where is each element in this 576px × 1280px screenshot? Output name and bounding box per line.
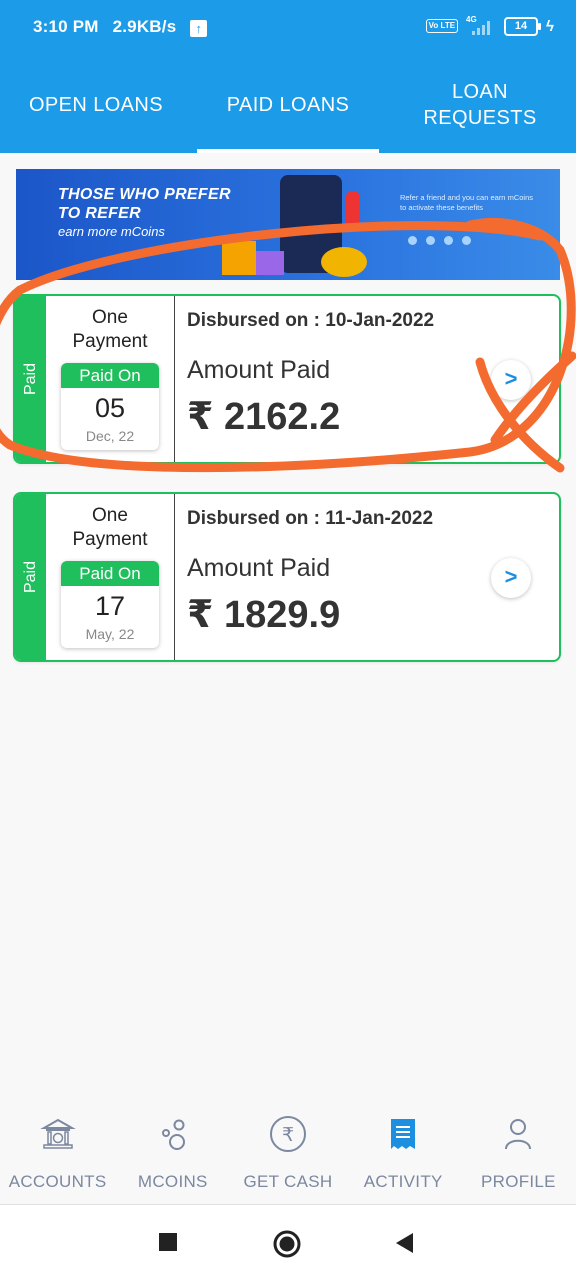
amount-paid-value: ₹ 1829.9 — [187, 594, 341, 636]
paid-on-label: Paid On — [61, 363, 159, 388]
nav-label: ACCOUNTS — [8, 1172, 107, 1191]
payment-plan-label: One Payment — [72, 505, 148, 550]
loan-details: Disbursed on : 11-Jan-2022 Amount Paid ₹… — [187, 494, 559, 660]
banner-subtext: earn more mCoins — [58, 224, 165, 239]
tab-paid-loans[interactable]: PAID LOANS — [192, 56, 384, 153]
home-icon[interactable] — [272, 1229, 302, 1264]
nav-label: MCOINS — [137, 1172, 208, 1191]
bottom-nav: ACCOUNTS MCOINS ₹ GET CASH ACTIVITY PROF… — [0, 1100, 576, 1205]
status-bar: 3:10 PM 2.9KB/s ↑ Vo LTE 4G 14 ϟ — [0, 0, 576, 56]
payment-plan-section: One Payment Paid On 17 May, 22 — [46, 494, 175, 660]
paid-on-date: Paid On 05 Dec, 22 — [61, 363, 159, 450]
status-right: Vo LTE 4G 14 ϟ — [425, 15, 554, 37]
banner-headline: THOSE WHO PREFER TO REFER — [58, 186, 231, 222]
chevron-right-icon[interactable]: > — [491, 360, 531, 400]
app-header: 3:10 PM 2.9KB/s ↑ Vo LTE 4G 14 ϟ OPEN LO… — [0, 0, 576, 153]
amount-paid-label: Amount Paid — [187, 356, 331, 384]
loan-card[interactable]: Paid One Payment Paid On 17 May, 22 Disb… — [13, 492, 561, 662]
paid-on-date: Paid On 17 May, 22 — [61, 561, 159, 648]
paid-month: Dec, 22 — [85, 428, 135, 444]
volte-icon: Vo LTE — [425, 19, 459, 33]
banner-refer-text: Refer a friend and you can earn mCoins t… — [400, 193, 533, 212]
gift-illustration-2 — [256, 251, 284, 275]
back-icon[interactable] — [394, 1232, 414, 1259]
signal-icon: 4G — [466, 15, 496, 37]
paid-status-strip: Paid — [15, 296, 46, 462]
amount-paid-value: ₹ 2162.2 — [187, 396, 341, 438]
payment-plan-section: One Payment Paid On 05 Dec, 22 — [46, 296, 175, 462]
nav-profile[interactable]: PROFILE — [461, 1100, 576, 1204]
coins-icon — [115, 1112, 230, 1156]
system-nav-bar — [0, 1205, 576, 1280]
disbursed-date: Disbursed on : 11-Jan-2022 — [187, 508, 434, 529]
paid-month: May, 22 — [85, 626, 135, 642]
nav-label: PROFILE — [480, 1172, 556, 1191]
loan-details: Disbursed on : 10-Jan-2022 Amount Paid ₹… — [187, 296, 559, 462]
paid-day: 17 — [94, 591, 126, 621]
loan-tabs: OPEN LOANS PAID LOANS LOAN REQUESTS — [0, 56, 576, 153]
paid-on-label: Paid On — [61, 561, 159, 586]
tab-open-loans[interactable]: OPEN LOANS — [0, 56, 192, 153]
gift-illustration — [222, 241, 256, 275]
battery-icon: 14 — [504, 16, 542, 36]
nav-mcoins[interactable]: MCOINS — [115, 1100, 230, 1204]
paid-status-strip: Paid — [15, 494, 46, 660]
refer-banner[interactable]: THOSE WHO PREFER TO REFER earn more mCoi… — [16, 169, 560, 280]
status-speed: 2.9KB/s — [112, 17, 177, 36]
nav-accounts[interactable]: ACCOUNTS — [0, 1100, 115, 1204]
coins-illustration — [321, 247, 367, 277]
upload-arrow-icon: ↑ — [190, 20, 208, 37]
loan-card[interactable]: Paid One Payment Paid On 05 Dec, 22 Disb… — [13, 294, 561, 464]
charging-icon: ϟ — [546, 17, 554, 35]
recents-icon[interactable] — [158, 1232, 178, 1257]
svg-text:₹: ₹ — [282, 1124, 294, 1146]
share-apps-icons — [408, 233, 528, 247]
paid-day: 05 — [94, 393, 126, 423]
nav-label: ACTIVITY — [363, 1172, 443, 1191]
tab-loan-requests[interactable]: LOAN REQUESTS — [384, 56, 576, 153]
nav-get-cash[interactable]: ₹ GET CASH — [230, 1100, 345, 1204]
payment-plan-label: One Payment — [72, 307, 148, 352]
rupee-icon: ₹ — [230, 1112, 345, 1156]
person-illustration — [346, 191, 360, 229]
status-time: 3:10 PM — [33, 17, 99, 36]
nav-label: GET CASH — [243, 1172, 333, 1191]
nav-activity[interactable]: ACTIVITY — [346, 1100, 461, 1204]
disbursed-date: Disbursed on : 10-Jan-2022 — [187, 310, 435, 331]
person-icon — [461, 1112, 576, 1156]
bank-icon — [0, 1112, 115, 1156]
receipt-icon — [346, 1112, 461, 1156]
amount-paid-label: Amount Paid — [187, 554, 331, 582]
status-left: 3:10 PM 2.9KB/s ↑ — [33, 17, 216, 37]
chevron-right-icon[interactable]: > — [491, 558, 531, 598]
